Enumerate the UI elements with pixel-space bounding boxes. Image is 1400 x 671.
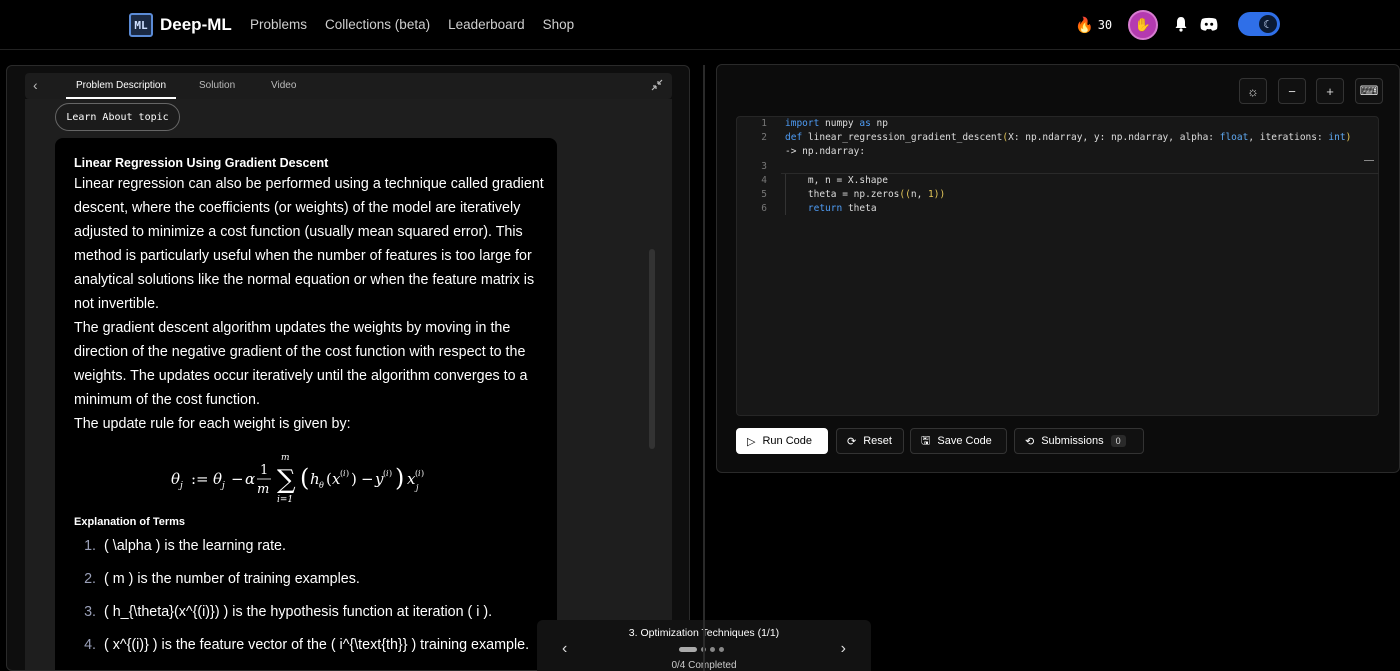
learn-about-topic-button[interactable]: Learn About topic xyxy=(55,103,180,131)
list-item: 2.( m ) is the number of training exampl… xyxy=(84,571,360,587)
theme-toggle[interactable]: ☾ xyxy=(1238,12,1280,36)
reset-icon: ⟳ xyxy=(847,435,857,448)
topic-card: Linear Regression Using Gradient Descent… xyxy=(55,138,557,670)
svg-text:θ: θ xyxy=(171,470,180,488)
paragraph: Linear regression can also be performed … xyxy=(74,176,544,312)
progress-dot[interactable] xyxy=(719,647,724,652)
submissions-count-badge: 0 xyxy=(1110,435,1126,447)
svg-text:): ) xyxy=(389,469,392,478)
code-line-1: 1 import numpy as np xyxy=(761,118,888,129)
svg-text:θ: θ xyxy=(319,481,324,490)
code-line-4: 4 m, n = X.shape xyxy=(761,175,888,186)
run-code-button[interactable]: ▷ Run Code xyxy=(736,428,828,454)
svg-text:−: − xyxy=(361,470,374,488)
terms-list: 1.( \alpha ) is the learning rate. 2.( m… xyxy=(74,538,557,670)
code-line-3: 3 xyxy=(761,161,767,172)
deep-ml-logo-icon: ML xyxy=(129,13,153,37)
bell-icon[interactable] xyxy=(1174,16,1188,32)
active-line-border xyxy=(781,173,1379,174)
svg-text:∑: ∑ xyxy=(277,465,296,495)
avatar[interactable]: ✋ xyxy=(1128,10,1158,40)
tab-problem-description[interactable]: Problem Description xyxy=(76,80,166,91)
svg-text:−: − xyxy=(231,470,244,488)
reset-button[interactable]: ⟳ Reset xyxy=(836,428,904,454)
update-rule-formula: θ j := θ j − α 1 m m ∑ i=1 ( h θ (x (i… xyxy=(74,446,557,510)
nav-link-problems[interactable]: Problems xyxy=(250,17,307,32)
svg-text:i=1: i=1 xyxy=(277,495,293,505)
tab-video[interactable]: Video xyxy=(271,80,296,91)
terms-heading: Explanation of Terms xyxy=(74,516,186,528)
paragraph: The gradient descent algorithm updates t… xyxy=(74,320,528,408)
svg-text:): ) xyxy=(351,470,357,488)
topic-title: Linear Regression Using Gradient Descent xyxy=(74,156,329,170)
user-controls: 🔥 30 ✋ ☾ xyxy=(1070,10,1400,40)
svg-text:θ: θ xyxy=(213,470,222,488)
moon-icon: ☾ xyxy=(1259,15,1277,33)
svg-text:): ) xyxy=(346,469,349,478)
tab-solution[interactable]: Solution xyxy=(199,80,235,91)
svg-text:): ) xyxy=(421,469,424,478)
svg-text:(: ( xyxy=(326,470,332,488)
formula-graphic: θ j := θ j − α 1 m m ∑ i=1 ( h θ (x (i… xyxy=(171,453,424,505)
code-editor[interactable]: 1 import numpy as np 2 def linear_regres… xyxy=(736,116,1379,416)
prev-problem-chevron-icon[interactable]: ‹ xyxy=(562,640,567,658)
problem-tabs: ‹ Problem Description Solution Video xyxy=(25,73,672,99)
list-item: 3.( h_{\theta}(x^{(i)}) ) is the hypothe… xyxy=(84,604,493,620)
progress-dot[interactable] xyxy=(710,647,715,652)
streak-count: 30 xyxy=(1097,18,1113,32)
svg-text:m: m xyxy=(281,453,290,463)
zoom-in-button[interactable]: + xyxy=(1316,78,1344,104)
list-item: 4.( x^{(i)} ) is the feature vector of t… xyxy=(84,637,530,653)
panel-resize-handle[interactable] xyxy=(703,65,705,671)
progress-dots xyxy=(679,647,724,652)
content-scrollbar[interactable] xyxy=(649,249,655,449)
history-icon: ⟲ xyxy=(1025,435,1035,448)
flame-icon: 🔥 xyxy=(1075,16,1094,34)
hamsa-icon: ✋ xyxy=(1134,17,1152,32)
back-chevron-icon[interactable]: ‹ xyxy=(33,77,38,93)
save-code-button[interactable]: 🖫 Save Code xyxy=(910,428,1007,454)
svg-text:α: α xyxy=(245,470,255,488)
code-panel: ☼ − + ⌨ 1 import numpy as np 2 def linea… xyxy=(716,64,1400,473)
save-icon: 🖫 xyxy=(921,434,931,447)
sun-icon[interactable]: ☼ xyxy=(1239,78,1267,104)
svg-text::=: := xyxy=(191,470,209,488)
progress-dot[interactable] xyxy=(679,647,697,652)
main-nav: Problems Collections (beta) Leaderboard … xyxy=(250,17,574,32)
brand-name: Deep-ML xyxy=(160,15,232,34)
editor-scroll-marker xyxy=(1364,160,1374,161)
keyboard-icon[interactable]: ⌨ xyxy=(1355,78,1383,104)
svg-text:(: ( xyxy=(300,464,309,492)
collapse-icon[interactable] xyxy=(650,78,664,92)
next-problem-chevron-icon[interactable]: › xyxy=(841,640,846,658)
problem-content: Learn About topic Linear Regression Usin… xyxy=(25,99,672,670)
paragraph: The update rule for each weight is given… xyxy=(74,416,351,432)
svg-text:m: m xyxy=(257,482,269,497)
submissions-button[interactable]: ⟲ Submissions 0 xyxy=(1014,428,1144,454)
brand[interactable]: ML Deep-ML xyxy=(129,13,232,37)
play-icon: ▷ xyxy=(747,435,756,448)
nav-link-leaderboard[interactable]: Leaderboard xyxy=(448,17,525,32)
list-item: 1.( \alpha ) is the learning rate. xyxy=(84,538,286,554)
streak-counter[interactable]: 🔥 30 xyxy=(1075,16,1112,34)
svg-text:1: 1 xyxy=(260,463,268,478)
problem-panel: ‹ Problem Description Solution Video Lea… xyxy=(6,65,690,671)
code-line-2: 2 def linear_regression_gradient_descent… xyxy=(761,132,1352,143)
discord-icon[interactable] xyxy=(1200,17,1218,31)
svg-text:): ) xyxy=(395,464,404,492)
zoom-out-button[interactable]: − xyxy=(1278,78,1306,104)
code-line-6: 6 return theta xyxy=(761,203,877,214)
code-line-5: 5 theta = np.zeros((n, 1)) xyxy=(761,189,946,200)
nav-link-shop[interactable]: Shop xyxy=(543,17,575,32)
nav-link-collections[interactable]: Collections (beta) xyxy=(325,17,430,32)
code-line-2-wrap: -> np.ndarray: xyxy=(785,146,866,157)
top-nav-bar: ML Deep-ML Problems Collections (beta) L… xyxy=(0,0,1400,50)
